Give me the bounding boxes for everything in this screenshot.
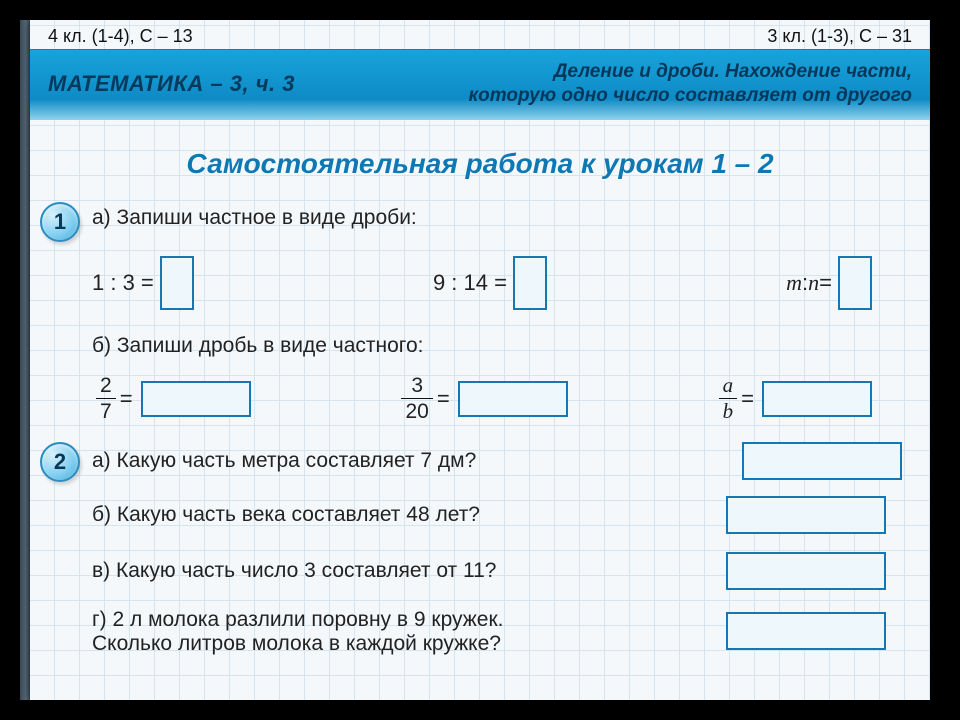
task-1b-text: б) Запиши дробь в виде частного: [40, 330, 902, 362]
meta-left: 4 кл. (1-4), С – 13 [48, 26, 193, 47]
answer-box[interactable] [742, 442, 902, 480]
answer-box[interactable] [458, 381, 568, 417]
frac-2-7: 2 7 = [92, 375, 251, 422]
fraction: a b [719, 375, 738, 422]
task-2d: г) 2 л молока разлили поровну в 9 кружек… [40, 608, 902, 656]
fraction: 2 7 [96, 375, 116, 422]
topic-title: Деление и дроби. Нахождение части, котор… [441, 60, 912, 108]
workbook-page: 4 кл. (1-4), С – 13 3 кл. (1-3), С – 31 … [30, 20, 930, 700]
subject-title: МАТЕМАТИКА – 3, ч. 3 [48, 71, 295, 97]
answer-box[interactable] [838, 256, 872, 310]
meta-right: 3 кл. (1-3), С – 31 [767, 26, 912, 47]
task-number-2: 2 [40, 442, 80, 482]
task-2b-text: б) Какую часть века составляет 48 лет? [92, 503, 726, 527]
task-1: 1 а) Запиши частное в виде дроби: [40, 202, 902, 242]
eq-9-14: 9 : 14 = [433, 256, 547, 310]
answer-box[interactable] [141, 381, 251, 417]
fraction: 3 20 [401, 375, 432, 422]
answer-box[interactable] [726, 552, 886, 590]
answer-box[interactable] [726, 496, 886, 534]
task-2c: в) Какую часть число 3 составляет от 11? [40, 552, 902, 590]
subject-banner: МАТЕМАТИКА – 3, ч. 3 Деление и дроби. На… [30, 50, 930, 120]
answer-box[interactable] [513, 256, 547, 310]
topic-line-2: которую одно число составляет от другого [469, 84, 912, 108]
topic-line-1: Деление и дроби. Нахождение части, [469, 60, 912, 84]
task-2: 2 а) Какую часть метра составляет 7 дм? [40, 442, 902, 482]
page-meta: 4 кл. (1-4), С – 13 3 кл. (1-3), С – 31 [30, 20, 930, 50]
task-1a-text: а) Запиши частное в виде дроби: [92, 202, 902, 234]
task-1a-equations: 1 : 3 = 9 : 14 = m : n = [40, 256, 902, 310]
frac-3-20: 3 20 = [397, 375, 567, 422]
answer-box[interactable] [160, 256, 194, 310]
answer-box[interactable] [762, 381, 872, 417]
task-2a-text: а) Какую часть метра составляет 7 дм? [92, 445, 742, 477]
content-area: 1 а) Запиши частное в виде дроби: 1 : 3 … [30, 202, 930, 657]
task-number-1: 1 [40, 202, 80, 242]
answer-box[interactable] [726, 612, 886, 650]
frac-a-b: a b = [715, 375, 872, 422]
task-2b: б) Какую часть века составляет 48 лет? [40, 496, 902, 534]
eq-1-3: 1 : 3 = [92, 256, 194, 310]
eq-m-n: m : n = [786, 256, 872, 310]
worksheet-heading: Самостоятельная работа к урокам 1 – 2 [30, 148, 930, 180]
task-2c-text: в) Какую часть число 3 составляет от 11? [92, 559, 726, 583]
task-1b-equations: 2 7 = 3 20 = a b = [40, 375, 902, 422]
task-2d-text: г) 2 л молока разлили поровну в 9 кружек… [92, 608, 726, 656]
